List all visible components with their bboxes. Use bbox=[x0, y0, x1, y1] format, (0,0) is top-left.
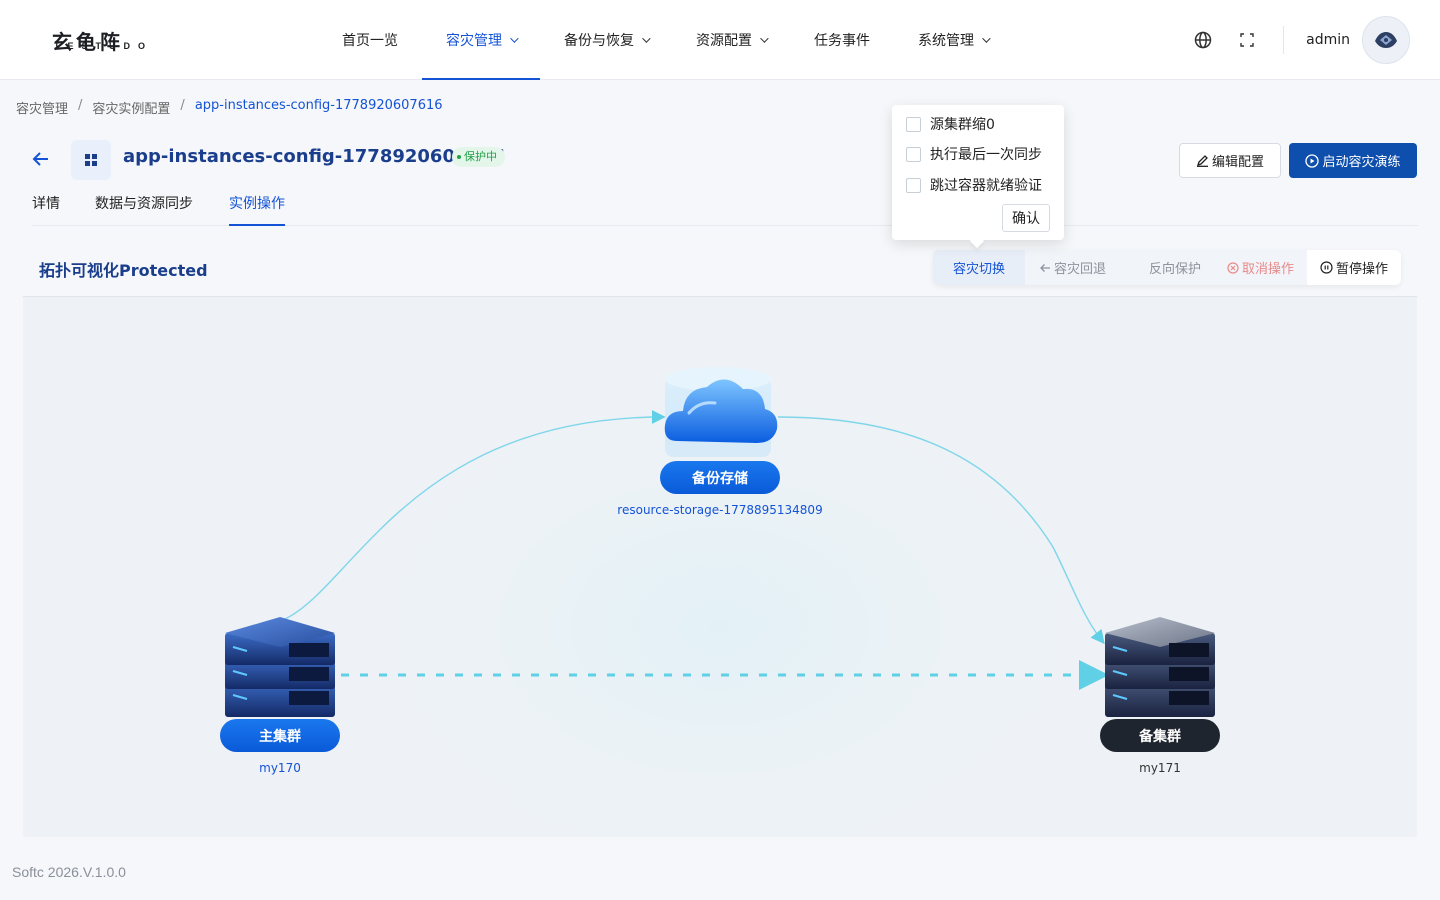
grid-icon bbox=[71, 140, 111, 180]
breadcrumb-separator: / bbox=[78, 98, 83, 113]
nav-label: 资源配置 bbox=[696, 33, 752, 49]
breadcrumb: 容灾管理 / 容灾实例配置 / app-instances-config-177… bbox=[16, 98, 443, 117]
page-title: app-instances-config-1778920607616 bbox=[123, 146, 506, 167]
backup-storage-node[interactable] bbox=[659, 363, 783, 463]
standby-cluster-name: my171 bbox=[1139, 761, 1181, 775]
primary-cluster-name: my170 bbox=[259, 761, 301, 775]
cancel-circle-icon bbox=[1227, 261, 1239, 274]
nav-item-system-management[interactable]: 系统管理 bbox=[894, 0, 1012, 80]
primary-cluster-pill: 主集群 bbox=[220, 719, 340, 752]
reverse-protect-button[interactable]: 反向保护 bbox=[1149, 250, 1201, 285]
tab-instance-operations[interactable]: 实例操作 bbox=[229, 186, 285, 226]
option-final-sync[interactable]: 执行最后一次同步 bbox=[906, 144, 1042, 164]
globe-icon[interactable] bbox=[1191, 28, 1215, 52]
option-label: 执行最后一次同步 bbox=[930, 147, 1042, 163]
start-dr-drill-label: 启动容灾演练 bbox=[1322, 155, 1401, 170]
brand-name-en: TESTUDO bbox=[54, 41, 154, 51]
chevron-down-icon bbox=[510, 34, 519, 43]
topology-title: 拓扑可视化Protected bbox=[39, 261, 208, 280]
version-footer: Softc 2026.V.1.0.0 bbox=[12, 864, 126, 880]
nav-item-resource-config[interactable]: 资源配置 bbox=[672, 0, 790, 80]
backup-storage-name: resource-storage-1778895134809 bbox=[617, 503, 823, 517]
back-arrow-icon[interactable] bbox=[30, 148, 52, 170]
header-divider bbox=[1283, 26, 1285, 54]
avatar[interactable] bbox=[1362, 16, 1410, 64]
tab-data-resource-sync[interactable]: 数据与资源同步 bbox=[95, 186, 193, 226]
nav-label: 容灾管理 bbox=[446, 33, 502, 49]
pause-operation-label: 暂停操作 bbox=[1335, 262, 1388, 277]
server-stack-icon bbox=[225, 617, 335, 717]
checkbox[interactable] bbox=[906, 146, 921, 162]
fullscreen-icon[interactable] bbox=[1235, 28, 1259, 52]
breadcrumb-separator: / bbox=[180, 98, 185, 113]
edit-config-label: 编辑配置 bbox=[1211, 155, 1264, 170]
nav-item-backup-restore[interactable]: 备份与恢复 bbox=[540, 0, 672, 80]
top-navbar: 玄龟阵 TESTUDO 首页一览 容灾管理 备份与恢复 资源配置 任务事件 系统… bbox=[0, 0, 1440, 80]
tab-details[interactable]: 详情 bbox=[32, 186, 60, 226]
standby-cluster-pill: 备集群 bbox=[1100, 719, 1220, 752]
checkbox[interactable] bbox=[906, 177, 921, 193]
confirm-button[interactable]: 确认 bbox=[1002, 204, 1050, 232]
cancel-operation-button[interactable]: 取消操作 bbox=[1227, 250, 1294, 285]
topology-canvas: 备份存储 resource-storage-1778895134809 主集群 … bbox=[23, 296, 1417, 837]
arrow-left-icon bbox=[1040, 263, 1050, 272]
breadcrumb-item-dr-instance-config[interactable]: 容灾实例配置 bbox=[92, 98, 170, 117]
nav-label: 首页一览 bbox=[342, 33, 398, 49]
nav-label: 系统管理 bbox=[918, 33, 974, 49]
nav-item-home[interactable]: 首页一览 bbox=[318, 0, 422, 80]
nav-label: 任务事件 bbox=[814, 33, 870, 49]
pause-circle-icon bbox=[1320, 261, 1333, 274]
checkbox[interactable] bbox=[906, 116, 921, 132]
status-badge: 保护中 bbox=[452, 147, 505, 167]
dr-switch-button[interactable]: 容灾切换 bbox=[933, 250, 1025, 285]
dr-fallback-label: 容灾回退 bbox=[1054, 262, 1107, 277]
start-dr-drill-button[interactable]: 启动容灾演练 bbox=[1289, 143, 1417, 178]
play-circle-icon bbox=[1305, 153, 1320, 168]
edit-icon bbox=[1196, 155, 1208, 167]
link-storage-to-standby bbox=[777, 416, 1105, 645]
backup-storage-pill: 备份存储 bbox=[660, 461, 780, 494]
nav-item-dr-management[interactable]: 容灾管理 bbox=[422, 0, 540, 80]
brand-logo[interactable]: 玄龟阵 TESTUDO bbox=[52, 28, 170, 54]
reverse-protect-label: 反向保护 bbox=[1149, 262, 1202, 277]
dr-switch-options-popover: 源集群缩0 执行最后一次同步 跳过容器就绪验证 确认 bbox=[892, 105, 1064, 240]
instance-action-bar: 容灾切换 容灾回退 反向保护 取消操作 暂停操作 bbox=[933, 250, 1401, 285]
option-scale-source-to-zero[interactable]: 源集群缩0 bbox=[906, 114, 995, 134]
pause-operation-button[interactable]: 暂停操作 bbox=[1307, 250, 1401, 285]
option-skip-ready-check[interactable]: 跳过容器就绪验证 bbox=[906, 175, 1042, 195]
option-label: 源集群缩0 bbox=[930, 117, 995, 133]
nav-label: 备份与恢复 bbox=[564, 33, 634, 49]
dr-fallback-button[interactable]: 容灾回退 bbox=[1039, 250, 1106, 285]
cloud-storage-icon bbox=[664, 367, 778, 457]
tab-bar: 详情 数据与资源同步 实例操作 bbox=[32, 186, 1418, 226]
primary-cluster-node[interactable] bbox=[223, 617, 337, 721]
main-nav: 首页一览 容灾管理 备份与恢复 资源配置 任务事件 系统管理 bbox=[318, 0, 1012, 80]
chevron-down-icon bbox=[760, 34, 769, 43]
nav-item-task-events[interactable]: 任务事件 bbox=[790, 0, 894, 80]
link-primary-to-storage bbox=[284, 410, 666, 620]
username[interactable]: admin bbox=[1306, 32, 1350, 48]
standby-cluster-node[interactable] bbox=[1103, 617, 1217, 721]
breadcrumb-item-dr-management[interactable]: 容灾管理 bbox=[16, 98, 68, 117]
cancel-operation-label: 取消操作 bbox=[1242, 262, 1295, 277]
option-label: 跳过容器就绪验证 bbox=[930, 178, 1042, 194]
chevron-down-icon bbox=[642, 34, 651, 43]
dr-switch-label: 容灾切换 bbox=[952, 262, 1005, 277]
server-stack-icon bbox=[1105, 617, 1215, 717]
chevron-down-icon bbox=[982, 34, 991, 43]
header-right: admin bbox=[1171, 16, 1410, 64]
breadcrumb-item-current: app-instances-config-1778920607616 bbox=[194, 98, 443, 113]
edit-config-button[interactable]: 编辑配置 bbox=[1179, 143, 1281, 178]
